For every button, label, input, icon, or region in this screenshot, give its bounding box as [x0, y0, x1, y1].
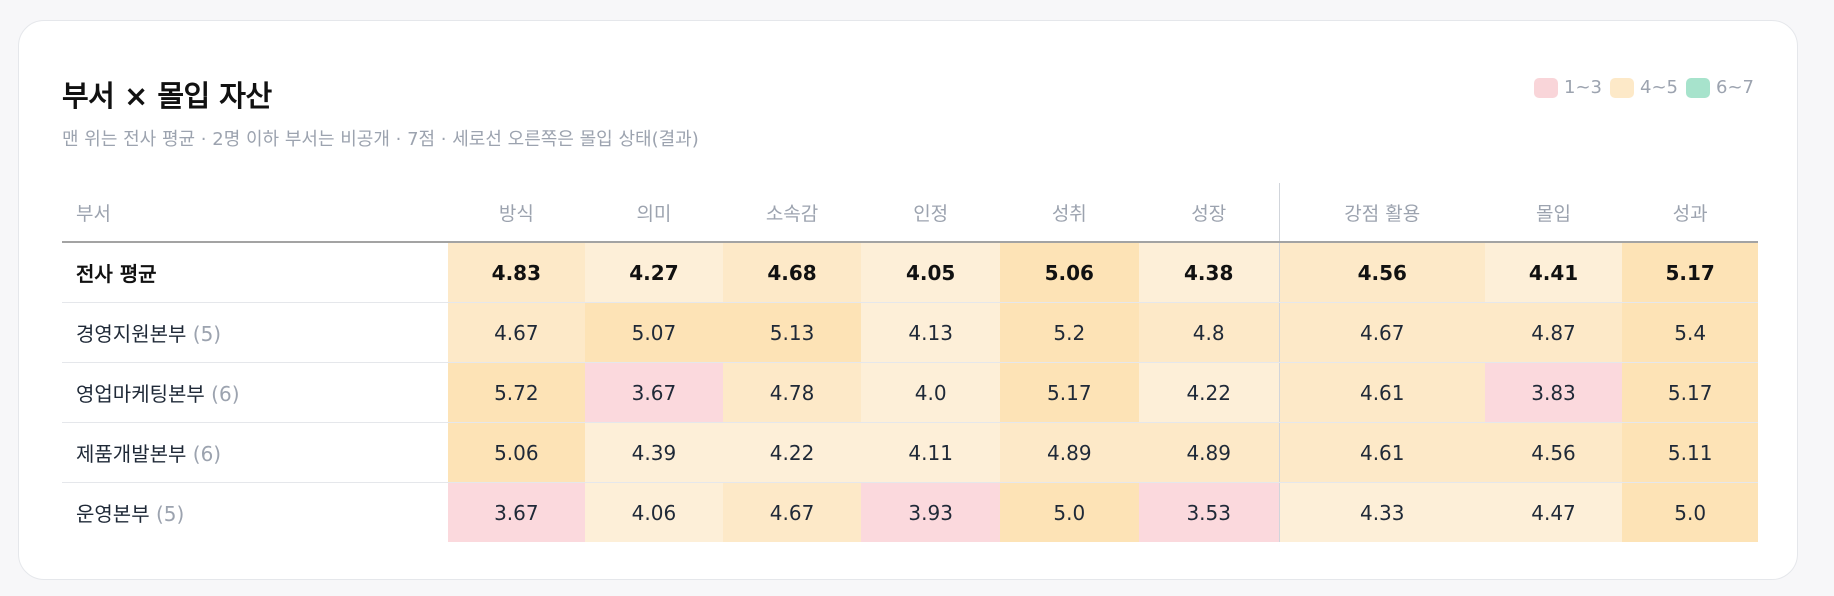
table-row: 운영본부 (5) 3.67 4.06 4.67 3.93 5.0 3.53 4.33 4.47 5… — [62, 482, 1758, 542]
dept-name: 운영본부 — [76, 502, 150, 526]
card-title: 부서 × 몰입 자산 — [62, 79, 272, 113]
score-cell: 4.8 — [1138, 302, 1280, 363]
score-cell: 5.06 — [447, 422, 586, 483]
dept-name: 경영지원본부 — [76, 322, 187, 346]
score-cell: 4.78 — [722, 362, 862, 423]
dept-name: 제품개발본부 — [76, 442, 187, 466]
score-cell: 3.83 — [1484, 362, 1623, 423]
score-cell: 3.67 — [447, 482, 586, 542]
score-cell: 4.56 — [1278, 242, 1485, 303]
table-body: 전사 평균 4.83 4.27 4.68 4.05 5.06 4.38 4.56 4.41 5.1… — [62, 242, 1758, 542]
score-cell: 5.72 — [447, 362, 586, 423]
dept-cell: 영업마케팅본부 (6) — [62, 362, 448, 423]
score-cell: 5.11 — [1622, 422, 1758, 483]
score-cell: 4.47 — [1484, 482, 1623, 542]
score-cell: 3.93 — [861, 482, 1000, 542]
score-cell: 5.17 — [1622, 362, 1758, 423]
score-cell: 3.67 — [585, 362, 723, 423]
legend-label-high: 6~7 — [1716, 77, 1754, 98]
score-cell: 4.22 — [1138, 362, 1280, 423]
dept-cell: 경영지원본부 (5) — [62, 302, 448, 363]
column-header: 성과 — [1622, 183, 1758, 243]
score-cell: 5.0 — [1000, 482, 1139, 542]
column-header: 몰입 — [1484, 183, 1623, 243]
legend-swatch-mid — [1610, 77, 1634, 98]
column-header: 의미 — [585, 183, 723, 243]
column-header: 방식 — [447, 183, 586, 243]
card-subtitle: 맨 위는 전사 평균 · 2명 이하 부서는 비공개 · 7점 · 세로선 오른… — [62, 129, 699, 150]
legend-item-high: 6~7 — [1686, 77, 1754, 98]
score-cell: 4.89 — [1138, 422, 1280, 483]
score-cell: 4.67 — [722, 482, 862, 542]
legend: 1~3 4~5 6~7 — [1534, 77, 1754, 98]
legend-item-mid: 4~5 — [1610, 77, 1678, 98]
score-cell: 4.13 — [861, 302, 1000, 363]
score-cell: 4.22 — [722, 422, 862, 483]
dept-cell: 제품개발본부 (6) — [62, 422, 448, 483]
column-header: 인정 — [861, 183, 1000, 243]
score-cell: 5.13 — [722, 302, 862, 363]
score-cell: 4.61 — [1278, 422, 1485, 483]
dept-count: (6) — [211, 382, 240, 406]
legend-swatch-low — [1534, 77, 1558, 98]
column-header: 성장 — [1138, 183, 1280, 243]
score-cell: 4.41 — [1484, 242, 1623, 303]
table-row: 경영지원본부 (5) 4.67 5.07 5.13 4.13 5.2 4.8 4.67 4.87… — [62, 302, 1758, 363]
score-cell: 4.0 — [861, 362, 1000, 423]
dept-name: 전사 평균 — [76, 262, 157, 286]
table-row-average: 전사 평균 4.83 4.27 4.68 4.05 5.06 4.38 4.56 4.41 5.1… — [62, 242, 1758, 303]
legend-swatch-high — [1686, 77, 1710, 98]
score-cell: 4.39 — [585, 422, 723, 483]
score-cell: 4.38 — [1138, 242, 1280, 303]
column-header: 성취 — [1000, 183, 1139, 243]
score-cell: 4.33 — [1278, 482, 1485, 542]
score-cell: 4.27 — [585, 242, 723, 303]
table-row: 영업마케팅본부 (6) 5.72 3.67 4.78 4.0 5.17 4.22 4.61 3.… — [62, 362, 1758, 423]
score-cell: 4.83 — [447, 242, 586, 303]
score-cell: 5.17 — [1622, 242, 1758, 303]
score-cell: 4.61 — [1278, 362, 1485, 423]
column-header: 소속감 — [722, 183, 862, 243]
score-cell: 4.06 — [585, 482, 723, 542]
score-cell: 4.67 — [447, 302, 586, 363]
score-cell: 4.87 — [1484, 302, 1623, 363]
score-cell: 5.4 — [1622, 302, 1758, 363]
table-row: 제품개발본부 (6) 5.06 4.39 4.22 4.11 4.89 4.89 4.61 4.… — [62, 422, 1758, 483]
score-cell: 5.0 — [1622, 482, 1758, 542]
score-cell: 4.56 — [1484, 422, 1623, 483]
score-cell: 4.68 — [722, 242, 862, 303]
legend-label-mid: 4~5 — [1640, 77, 1678, 98]
card: 부서 × 몰입 자산 맨 위는 전사 평균 · 2명 이하 부서는 비공개 · … — [18, 20, 1798, 580]
dept-cell: 운영본부 (5) — [62, 482, 448, 542]
dept-count: (6) — [192, 442, 222, 466]
heatmap-table: 부서 방식 의미 소속감 인정 성취 성장 강점 활용 몰입 성과 전사 평균 4… — [62, 183, 1758, 542]
score-cell: 5.17 — [1000, 362, 1139, 423]
dept-cell: 전사 평균 — [62, 242, 448, 303]
dept-count: (5) — [192, 322, 222, 346]
score-cell: 5.2 — [1000, 302, 1139, 363]
score-cell: 4.05 — [861, 242, 1000, 303]
score-cell: 4.11 — [861, 422, 1000, 483]
legend-item-low: 1~3 — [1534, 77, 1602, 98]
score-cell: 5.07 — [585, 302, 723, 363]
column-header: 강점 활용 — [1278, 183, 1485, 243]
dept-count: (5) — [155, 502, 185, 526]
score-cell: 4.89 — [1000, 422, 1139, 483]
score-cell: 5.06 — [1000, 242, 1139, 303]
table-header-row: 부서 방식 의미 소속감 인정 성취 성장 강점 활용 몰입 성과 — [62, 183, 1758, 243]
dept-name: 영업마케팅본부 — [76, 382, 205, 406]
column-header-dept: 부서 — [62, 183, 448, 243]
legend-label-low: 1~3 — [1564, 77, 1602, 98]
score-cell: 3.53 — [1138, 482, 1280, 542]
score-cell: 4.67 — [1278, 302, 1485, 363]
